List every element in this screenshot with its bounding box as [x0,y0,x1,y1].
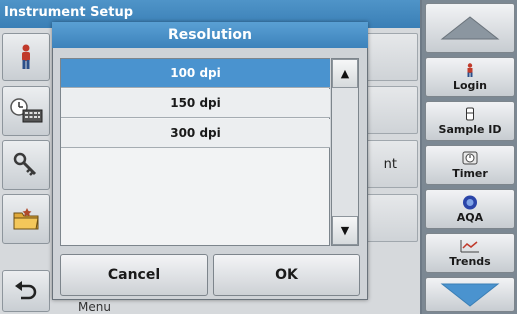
clock-keyboard-icon [10,98,43,123]
scroll-down-small-button[interactable]: ▼ [332,216,358,245]
scrollbar-track[interactable] [332,88,358,216]
login-label: Login [452,78,488,92]
timer-button[interactable]: Timer [425,145,515,185]
folder-icon [13,208,39,230]
sample-id-label: Sample ID [438,122,502,136]
sample-id-button[interactable]: Sample ID [425,101,515,141]
security-button[interactable] [2,140,50,190]
list-item[interactable]: 300 dpi [61,119,330,148]
data-management-button[interactable] [2,194,50,244]
trends-label: Trends [449,254,491,268]
scroll-up-small-button[interactable]: ▲ [332,59,358,88]
list-item[interactable]: 150 dpi [61,89,330,118]
triangle-down-icon: ▼ [340,224,350,237]
scroll-up-button[interactable] [425,3,515,53]
list-item[interactable]: 100 dpi [61,59,330,88]
setup-item-label: nt [383,157,397,172]
ok-button[interactable]: OK [213,254,360,296]
operator-button[interactable] [2,33,50,81]
aqa-button[interactable]: AQA [425,189,515,229]
dialog-title: Resolution [52,22,368,48]
key-icon [13,152,37,176]
login-button[interactable]: Login [425,57,515,97]
person-icon [465,63,475,78]
back-arrow-icon [15,281,37,300]
arrow-up-icon [440,16,500,40]
menu-label: Menu [78,300,111,314]
trends-icon [460,239,480,254]
flask-icon [465,107,475,122]
aqa-icon [462,195,478,210]
timer-label: Timer [452,166,488,180]
back-button[interactable] [2,270,50,312]
scroll-down-button[interactable] [425,277,515,312]
timer-icon [462,151,478,166]
screen-title: Instrument Setup [4,5,134,20]
aqa-label: AQA [456,210,484,224]
trends-button[interactable]: Trends [425,233,515,273]
triangle-up-icon: ▲ [340,67,350,80]
arrow-down-icon [440,283,500,307]
date-time-button[interactable] [2,86,50,136]
cancel-button[interactable]: Cancel [60,254,208,296]
operator-icon [22,44,30,69]
